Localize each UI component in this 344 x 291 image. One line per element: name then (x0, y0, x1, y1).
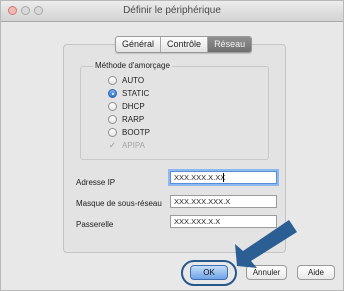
radio-option-bootp[interactable]: BOOTP (108, 127, 150, 138)
boot-method-title: Méthode d'amorçage (93, 61, 172, 70)
checkbox-label-apipa: APIPA (122, 141, 145, 150)
radio-label-bootp: BOOTP (122, 128, 151, 137)
radio-label-rarp: RARP (122, 115, 145, 124)
ip-address-label: Adresse IP (76, 178, 116, 187)
tab-controle[interactable]: Contrôle (161, 37, 209, 52)
radio-label-dhcp: DHCP (122, 102, 145, 111)
radio-label-auto: AUTO (122, 76, 145, 85)
gateway-label: Passerelle (76, 220, 114, 229)
tab-general[interactable]: Général (116, 37, 162, 52)
checkmark-icon: ✓ (108, 140, 117, 150)
radio-option-dhcp[interactable]: DHCP (108, 101, 145, 112)
radio-option-auto[interactable]: AUTO (108, 75, 144, 86)
radio-button-static[interactable] (108, 89, 117, 98)
radio-option-rarp[interactable]: RARP (108, 114, 144, 125)
subnet-mask-label: Masque de sous-réseau (76, 199, 162, 208)
radio-button-auto[interactable] (108, 76, 117, 85)
window-title: Définir le périphérique (123, 5, 221, 16)
subnet-mask-input[interactable] (170, 195, 277, 208)
radio-button-bootp[interactable] (108, 128, 117, 137)
radio-option-static[interactable]: STATIC (108, 88, 149, 99)
tab-bar: Général Contrôle Réseau (115, 36, 253, 53)
radio-label-static: STATIC (122, 89, 150, 98)
tab-reseau[interactable]: Réseau (208, 37, 252, 52)
checkbox-option-apipa: ✓ APIPA (108, 140, 145, 151)
title-bar: Définir le périphérique (1, 1, 343, 22)
radio-button-rarp[interactable] (108, 115, 117, 124)
text-caret (223, 173, 224, 182)
radio-button-dhcp[interactable] (108, 102, 117, 111)
pointer-arrow-icon (235, 220, 297, 268)
